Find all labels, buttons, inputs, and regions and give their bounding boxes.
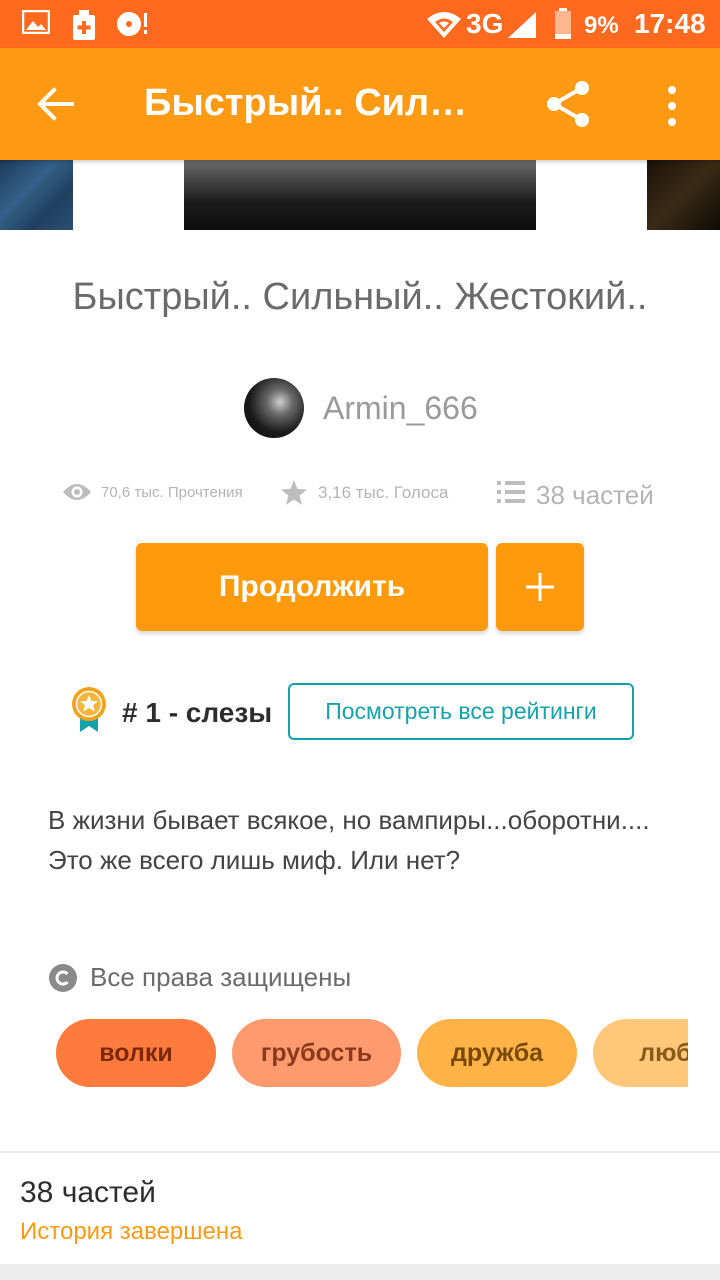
medkit-notification-icon [73,10,95,40]
wifi-icon [427,12,461,38]
tag-chip[interactable]: волки [56,1019,216,1087]
clock: 17:48 [634,8,706,39]
cover-image-next[interactable] [647,160,720,230]
story-stats: 70,6 тыс. Прочтения 3,16 тыс. Голоса 38 … [0,474,720,514]
author-name[interactable]: Armin_666 [323,390,478,427]
plus-icon [526,573,554,601]
app-bar: Быстрый.. Силь... [0,48,720,160]
eye-icon [63,484,91,500]
copyright-icon [49,964,77,992]
continue-reading-button[interactable]: Продолжить [136,543,488,631]
app-bar-title: Быстрый.. Силь... [144,82,484,124]
disc-notification-icon [117,12,147,36]
more-options-icon[interactable] [660,84,684,128]
cover-image-previous[interactable] [0,160,73,230]
status-bar: 3G 9% 17:48 [0,0,720,48]
ranking-badge-icon [72,687,106,732]
battery-percent: 9% [584,12,619,39]
tag-chip[interactable]: дружба [417,1019,577,1087]
signal-icon [508,12,536,38]
parts-list-icon [497,481,525,503]
story-status: История завершена [20,1218,243,1245]
author-avatar[interactable] [244,378,304,438]
add-to-library-button[interactable] [496,543,584,631]
star-icon [281,480,307,505]
image-notification-icon [22,10,50,34]
back-arrow-icon[interactable] [36,84,76,124]
copyright-text: Все права защищены [90,962,352,992]
tag-chip[interactable]: грубость [232,1019,401,1087]
votes-count: 3,16 тыс. Голоса [318,483,449,502]
story-title: Быстрый.. Сильный.. Жестокий.. [72,276,648,318]
ranking-label: # 1 - слезы [122,697,273,728]
reads-count: 70,6 тыс. Прочтения [101,484,243,501]
cover-carousel[interactable] [0,160,720,230]
bottom-strip [0,1264,720,1280]
cover-image-current[interactable] [184,160,536,230]
network-type: 3G [466,8,504,39]
battery-icon [555,8,571,39]
view-all-rankings-button[interactable]: Посмотреть все рейтинги [288,683,634,740]
divider [0,1151,720,1153]
share-icon[interactable] [544,80,592,128]
table-of-contents-parts[interactable]: 38 частей [20,1176,156,1210]
tag-chip[interactable]: любо [593,1019,688,1087]
parts-count-stat: 38 частей [536,480,654,510]
tags-list[interactable]: волки грубость дружба любо [56,1019,688,1087]
story-description: В жизни бывает всякое, но вампиры...обор… [48,805,650,875]
